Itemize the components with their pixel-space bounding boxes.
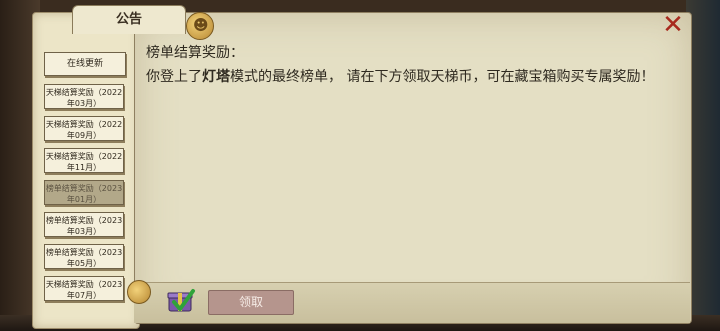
sidebar-item-line1: 榜单结算奖励（2023 [45,184,123,193]
sidebar-item-line1: 榜单结算奖励（2023 [45,248,123,257]
tab-announcement[interactable]: 公告 [72,5,186,34]
mode-name: 灯塔 [202,69,230,85]
sidebar-item-line2: 年03月） [66,99,102,108]
sidebar-item-line1: 天梯结算奖励（2023 [45,280,123,289]
sidebar-item-line2: 年09月） [66,131,102,140]
sidebar-item-line2: 年03月） [66,227,102,236]
sidebar-item-line2: 年05月） [66,259,102,268]
message-text: 你登上了 [146,69,202,85]
gift-check-icon [166,286,196,314]
sidebar-item-line1: 天梯结算奖励（2022 [45,88,123,97]
announcement-message: 你登上了灯塔模式的最终榜单， 请在下方领取天梯币，可在藏宝箱购买专属奖励！ [146,66,654,86]
sidebar-item[interactable]: 天梯结算奖励（2022 年03月） [44,84,124,109]
coin-icon [127,280,151,304]
sidebar-item[interactable]: 天梯结算奖励（2022 年11月） [44,148,124,173]
sidebar-item[interactable]: 天梯结算奖励（2023 年07月） [44,276,124,301]
sidebar-item-line2: 年07月） [66,291,102,300]
sidebar-item-line1: 榜单结算奖励（2023 [45,216,123,225]
sidebar-item[interactable]: 天梯结算奖励（2022 年09月） [44,116,124,141]
claim-button[interactable]: 领取 [208,290,294,315]
coin-badge-icon [186,12,214,40]
sidebar-item-line2: 年01月） [66,195,102,204]
sidebar-item-line1: 天梯结算奖励（2022 [45,120,123,129]
close-icon[interactable]: ✕ [658,10,688,40]
sidebar-item[interactable]: 榜单结算奖励（2023 年03月） [44,212,124,237]
announcement-heading: 榜单结算奖励： [146,45,244,61]
sidebar-item-selected[interactable]: 榜单结算奖励（2023 年01月） [44,180,124,205]
sidebar-item[interactable]: 榜单结算奖励（2023 年05月） [44,244,124,269]
online-update-button[interactable]: 在线更新 [44,52,126,76]
sidebar-item-line2: 年11月） [66,163,102,172]
message-text: 模式的最终榜单， 请在下方领取天梯币，可在藏宝箱购买专属奖励！ [230,69,655,85]
sidebar-item-line1: 天梯结算奖励（2022 [45,152,123,161]
